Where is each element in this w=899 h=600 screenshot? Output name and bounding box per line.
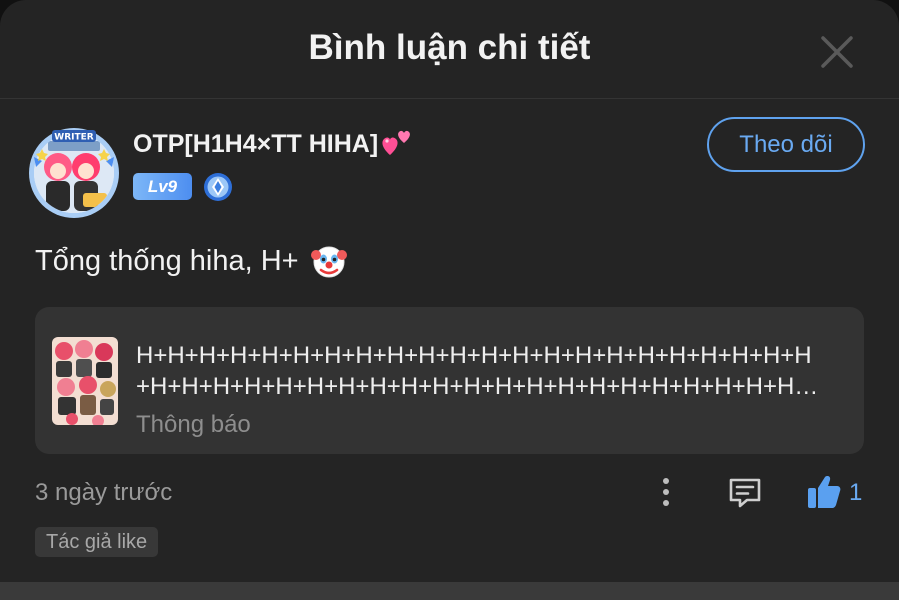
close-icon xyxy=(821,36,853,68)
level-badge: Lv9 xyxy=(133,173,192,200)
bottom-divider xyxy=(0,582,899,600)
reference-title-line2: +H+H+H+H+H+H+H+H+H+H+H+H+H+H+H+H+H+H+H+H… xyxy=(136,373,819,400)
author-liked-tag: Tác giả like xyxy=(35,527,159,557)
comment-body: Tổng thống hiha, H+ xyxy=(35,243,347,279)
sheet-header: Bình luận chi tiết xyxy=(0,0,899,99)
like-button[interactable] xyxy=(805,473,843,511)
username-text: OTP[H1H4×TT HIHA] xyxy=(133,130,379,158)
reply-button[interactable] xyxy=(726,474,764,512)
follow-button[interactable]: Theo dõi xyxy=(707,117,865,172)
more-vertical-icon xyxy=(663,478,669,506)
reference-subtitle: Thông báo xyxy=(136,411,251,438)
comment-detail-sheet: Bình luận chi tiết WRITER OTP[H1H4×TT HI… xyxy=(0,0,899,600)
clown-face-emoji xyxy=(310,246,347,278)
rank-badge-icon xyxy=(203,172,233,202)
more-button[interactable] xyxy=(654,473,678,513)
username[interactable]: OTP[H1H4×TT HIHA] xyxy=(133,130,414,159)
comment-icon xyxy=(729,478,761,508)
svg-text:WRITER: WRITER xyxy=(54,133,93,143)
reference-card[interactable]: H+H+H+H+H+H+H+H+H+H+H+H+H+H+H+H+H+H+H+H+… xyxy=(35,307,864,454)
page-title: Bình luận chi tiết xyxy=(308,28,591,67)
reference-title-line1: H+H+H+H+H+H+H+H+H+H+H+H+H+H+H+H+H+H+H+H+… xyxy=(136,342,812,369)
like-count: 1 xyxy=(849,479,863,506)
close-button[interactable] xyxy=(817,32,857,72)
comment-time: 3 ngày trước xyxy=(35,479,173,506)
comment-text: Tổng thống hiha, H+ xyxy=(35,244,299,277)
cover-thumbnail-image xyxy=(52,337,118,425)
avatar[interactable]: WRITER xyxy=(28,127,120,219)
two-hearts-emoji xyxy=(382,130,411,155)
thumbs-up-icon xyxy=(808,476,841,508)
